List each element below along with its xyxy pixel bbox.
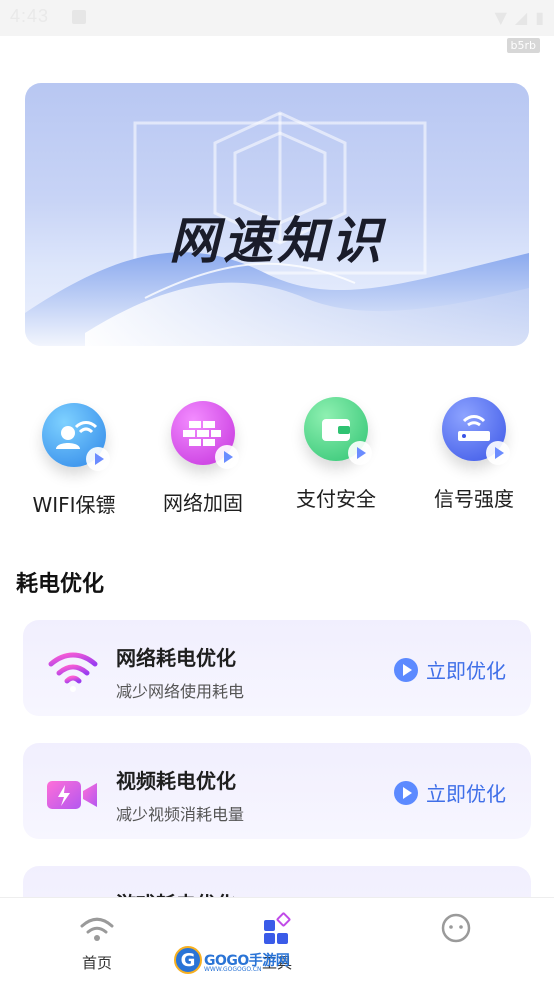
play-badge-icon — [86, 447, 110, 471]
card-subtitle: 减少视频消耗电量 — [116, 805, 245, 824]
feature-grid: WIFI保镖 网络加固 支付安全 信号强度 — [0, 395, 554, 525]
card-subtitle: 减少网络使用耗电 — [116, 682, 245, 701]
wifi-icon — [47, 646, 99, 698]
tools-grid-icon — [259, 912, 295, 948]
wifi-user-icon — [42, 403, 110, 471]
router-icon — [442, 397, 510, 465]
feature-signal-strength[interactable]: 信号强度 — [414, 397, 534, 512]
nav-home[interactable]: 首页 — [42, 912, 152, 973]
action-label: 立即优化 — [426, 782, 506, 806]
nav-label: 首页 — [81, 954, 112, 972]
action-label: 立即优化 — [426, 659, 506, 683]
banner-title: 网速知识 — [169, 212, 385, 270]
nav-profile[interactable] — [401, 912, 511, 952]
feature-wifi-guard[interactable]: WIFI保镖 — [14, 403, 134, 518]
watermark-logo: G GOGO手游网 WWW.GOGOGO.CN — [174, 944, 292, 976]
feature-label: 信号强度 — [434, 487, 514, 511]
wallet-icon — [304, 397, 372, 465]
card-title: 视频耗电优化 — [116, 769, 236, 793]
play-badge-icon — [486, 441, 510, 465]
feature-network-firewall[interactable]: 网络加固 — [143, 401, 263, 516]
optimization-card-network[interactable]: 网络耗电优化 减少网络使用耗电 立即优化 — [23, 620, 531, 716]
video-icon — [47, 769, 99, 821]
signal-status-icon: ◢ — [514, 8, 528, 27]
optimization-card-video[interactable]: 视频耗电优化 减少视频消耗电量 立即优化 — [23, 743, 531, 839]
wifi-status-icon: ▼ — [494, 8, 507, 27]
wifi-home-icon — [79, 912, 115, 948]
card-title: 网络耗电优化 — [116, 646, 236, 670]
play-icon — [394, 780, 418, 805]
play-icon — [394, 657, 418, 682]
gogo-logo-icon: G — [174, 946, 202, 974]
smiley-icon — [438, 912, 474, 948]
notification-icon — [72, 10, 86, 24]
feature-label: WIFI保镖 — [32, 493, 116, 517]
section-title: 耗电优化 — [16, 572, 105, 597]
feature-payment-security[interactable]: 支付安全 — [276, 397, 396, 512]
status-bar: 4:43 ▼ ◢ ▮ — [0, 0, 554, 36]
feature-label: 网络加固 — [163, 491, 243, 515]
play-badge-icon — [215, 445, 239, 469]
firewall-icon — [171, 401, 239, 469]
status-icons: ▼ ◢ ▮ — [495, 8, 544, 27]
battery-status-icon: ▮ — [535, 8, 544, 27]
optimize-now-button[interactable]: 立即优化 — [394, 655, 506, 684]
watermark-sub: WWW.GOGOGO.CN — [204, 966, 262, 973]
build-tag: b5rb — [506, 38, 540, 53]
status-time: 4:43 — [10, 6, 50, 26]
optimize-now-button[interactable]: 立即优化 — [394, 778, 506, 807]
feature-label: 支付安全 — [296, 487, 376, 511]
banner[interactable]: 网速知识 — [25, 83, 529, 346]
play-badge-icon — [348, 441, 372, 465]
